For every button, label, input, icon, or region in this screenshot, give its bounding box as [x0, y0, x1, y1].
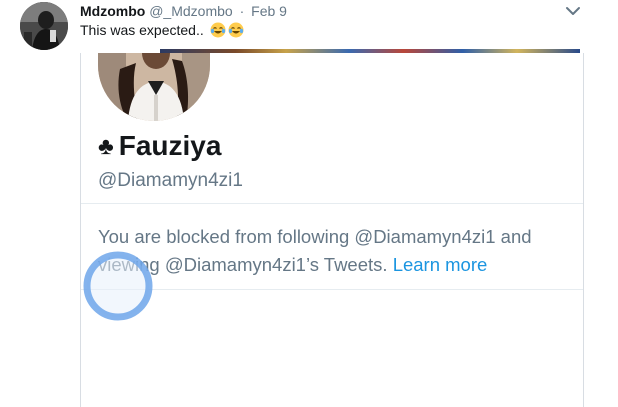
chevron-down-icon[interactable]: [564, 2, 582, 20]
tweet-text: This was expected..: [80, 21, 244, 39]
blocked-profile-card[interactable]: ♣ Fauziya @Diamamyn4zi1 You are blocked f…: [80, 53, 584, 407]
club-suit-icon: ♣: [98, 133, 114, 160]
tweet-date[interactable]: Feb 9: [251, 3, 287, 19]
profile-handle[interactable]: @Diamamyn4zi1: [98, 169, 243, 193]
avatar-image: [20, 2, 68, 50]
header-separator: ·: [239, 3, 245, 19]
tweet: Mdzombo @_Mdzombo · Feb 9 This was expec…: [0, 0, 618, 407]
profile-name[interactable]: ♣ Fauziya: [98, 129, 221, 164]
author-name[interactable]: Mdzombo: [80, 3, 145, 19]
tweet-header: Mdzombo @_Mdzombo · Feb 9: [80, 2, 287, 20]
profile-name-text: Fauziya: [118, 130, 222, 161]
card-divider: [81, 289, 583, 290]
tweet-text-body: This was expected..: [80, 22, 208, 38]
author-handle[interactable]: @_Mdzombo: [149, 3, 232, 19]
laughing-tears-emoji-icon: [228, 22, 244, 38]
profile-photo-image: [98, 53, 210, 121]
author-avatar[interactable]: [20, 2, 68, 50]
card-divider: [81, 203, 583, 204]
profile-photo[interactable]: [98, 53, 210, 121]
laughing-tears-emoji-icon: [210, 22, 226, 38]
learn-more-link[interactable]: Learn more: [393, 254, 488, 275]
blocked-message: You are blocked from following @Diamamyn…: [98, 223, 568, 279]
